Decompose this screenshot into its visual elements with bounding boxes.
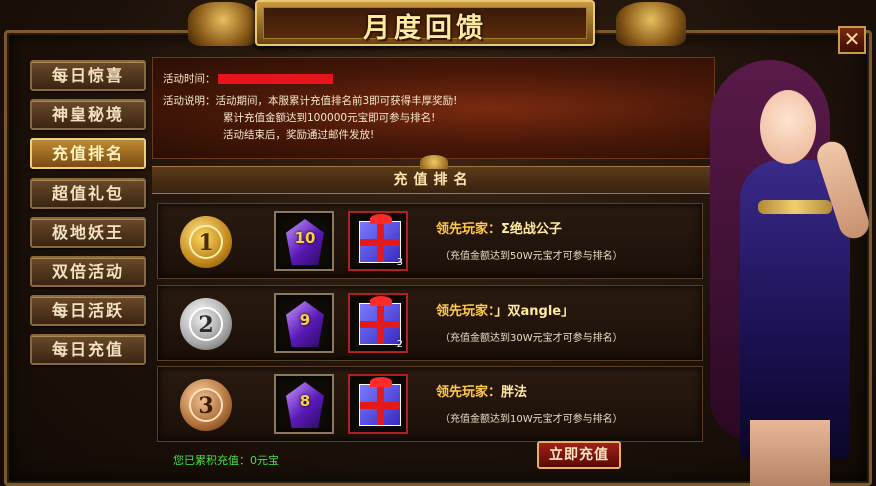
sidebar-item-recharge-ranking[interactable]: 充值排名 [30, 138, 146, 170]
total-recharge-label: 您已累积充值： [173, 454, 250, 467]
leader-name: 胖法 [501, 385, 528, 400]
gold-medal-icon: 1 [180, 216, 232, 268]
sidebar-item-daily-surprise[interactable]: 每日惊喜 [30, 60, 146, 91]
leader-label: 领先玩家： [436, 222, 502, 237]
total-recharge-value: 0元宝 [250, 454, 279, 467]
gold-money-bag-icon [616, 2, 686, 46]
gold-money-bag-icon [188, 2, 258, 46]
gem-reward-slot[interactable]: 9 [274, 293, 334, 353]
gift-box-icon [359, 214, 401, 263]
rank-condition: （充值金额达到10W元宝才可参与排名） [440, 414, 623, 425]
recharge-now-button[interactable]: 立即充值 [537, 441, 621, 469]
section-title: 充值排名 [393, 172, 474, 188]
sidebar-item-divine-realm[interactable]: 神皇秘境 [30, 99, 146, 131]
rank-row: 3 8 领先玩家：胖法 （充值金额达到10W元宝才可参与排名） [157, 366, 703, 442]
redacted-time-bar [217, 74, 333, 84]
window-title: 月度回馈 [363, 13, 487, 44]
bronze-medal-icon: 3 [180, 379, 232, 431]
gem-level: 10 [294, 229, 316, 247]
event-desc-label: 活动说明： [163, 95, 216, 107]
leader-label: 领先玩家： [436, 385, 502, 400]
gem-reward-slot[interactable]: 10 [274, 211, 334, 271]
monthly-reward-window: 月度回馈 ✕ 每日惊喜 神皇秘境 充值排名 超值礼包 极地妖王 双倍活动 每日活… [0, 0, 876, 486]
event-desc-line-3: 活动结束后，奖励通过邮件发放! [223, 129, 375, 141]
header-ornament-icon [420, 155, 448, 169]
event-time-label: 活动时间： [163, 73, 216, 85]
title-banner: 月度回馈 [255, 0, 595, 46]
activity-sidebar: 每日惊喜 神皇秘境 充值排名 超值礼包 极地妖王 双倍活动 每日活跃 每日充值 [30, 60, 146, 374]
section-header: 充值排名 [152, 155, 715, 194]
sidebar-item-double-event[interactable]: 双倍活动 [30, 255, 146, 287]
gem-level: 9 [299, 311, 311, 329]
total-recharge: 您已累积充值：0元宝 [173, 452, 279, 468]
gift-quantity: 2 [396, 339, 403, 350]
rank-number: 1 [189, 225, 223, 259]
gift-reward-slot[interactable]: 2 [348, 293, 408, 353]
character-portrait [700, 40, 876, 486]
rank-number: 2 [189, 307, 223, 341]
gift-quantity: 3 [396, 257, 403, 268]
sidebar-item-daily-recharge[interactable]: 每日充值 [30, 334, 146, 366]
gem-level: 8 [299, 392, 311, 410]
rank-condition: （充值金额达到50W元宝才可参与排名） [440, 251, 623, 262]
gift-reward-slot[interactable]: 3 [348, 211, 408, 271]
rank-row: 1 10 3 领先玩家：Σ绝战公子 （充值金额达到50W元宝才可参与排名） [157, 203, 703, 279]
leader-name: 」双angle」 [494, 304, 575, 319]
rank-condition: （充值金额达到30W元宝才可参与排名） [440, 333, 623, 344]
rank-row: 2 9 2 领先玩家：」双angle」 （充值金额达到30W元宝才可参与排名） [157, 285, 703, 361]
silver-medal-icon: 2 [180, 298, 232, 350]
leader-label: 领先玩家： [436, 304, 495, 319]
gift-box-icon [359, 377, 401, 426]
sidebar-item-daily-active[interactable]: 每日活跃 [30, 295, 146, 327]
gift-box-icon [359, 296, 401, 345]
event-desc-line-1: 活动期间，本服累计充值排名前3即可获得丰厚奖励! [215, 95, 458, 107]
leader-name: Σ绝战公子 [501, 222, 562, 237]
rank-number: 3 [189, 388, 223, 422]
event-info-panel: 活动时间： 活动说明：活动期间，本服累计充值排名前3即可获得丰厚奖励! 累计充值… [152, 57, 715, 159]
sidebar-item-polar-demon-king[interactable]: 极地妖王 [30, 216, 146, 248]
sidebar-item-value-pack[interactable]: 超值礼包 [30, 177, 146, 209]
gem-reward-slot[interactable]: 8 [274, 374, 334, 434]
event-desc-line-2: 累计充值金额达到100000元宝即可参与排名! [223, 112, 436, 124]
gift-reward-slot[interactable] [348, 374, 408, 434]
